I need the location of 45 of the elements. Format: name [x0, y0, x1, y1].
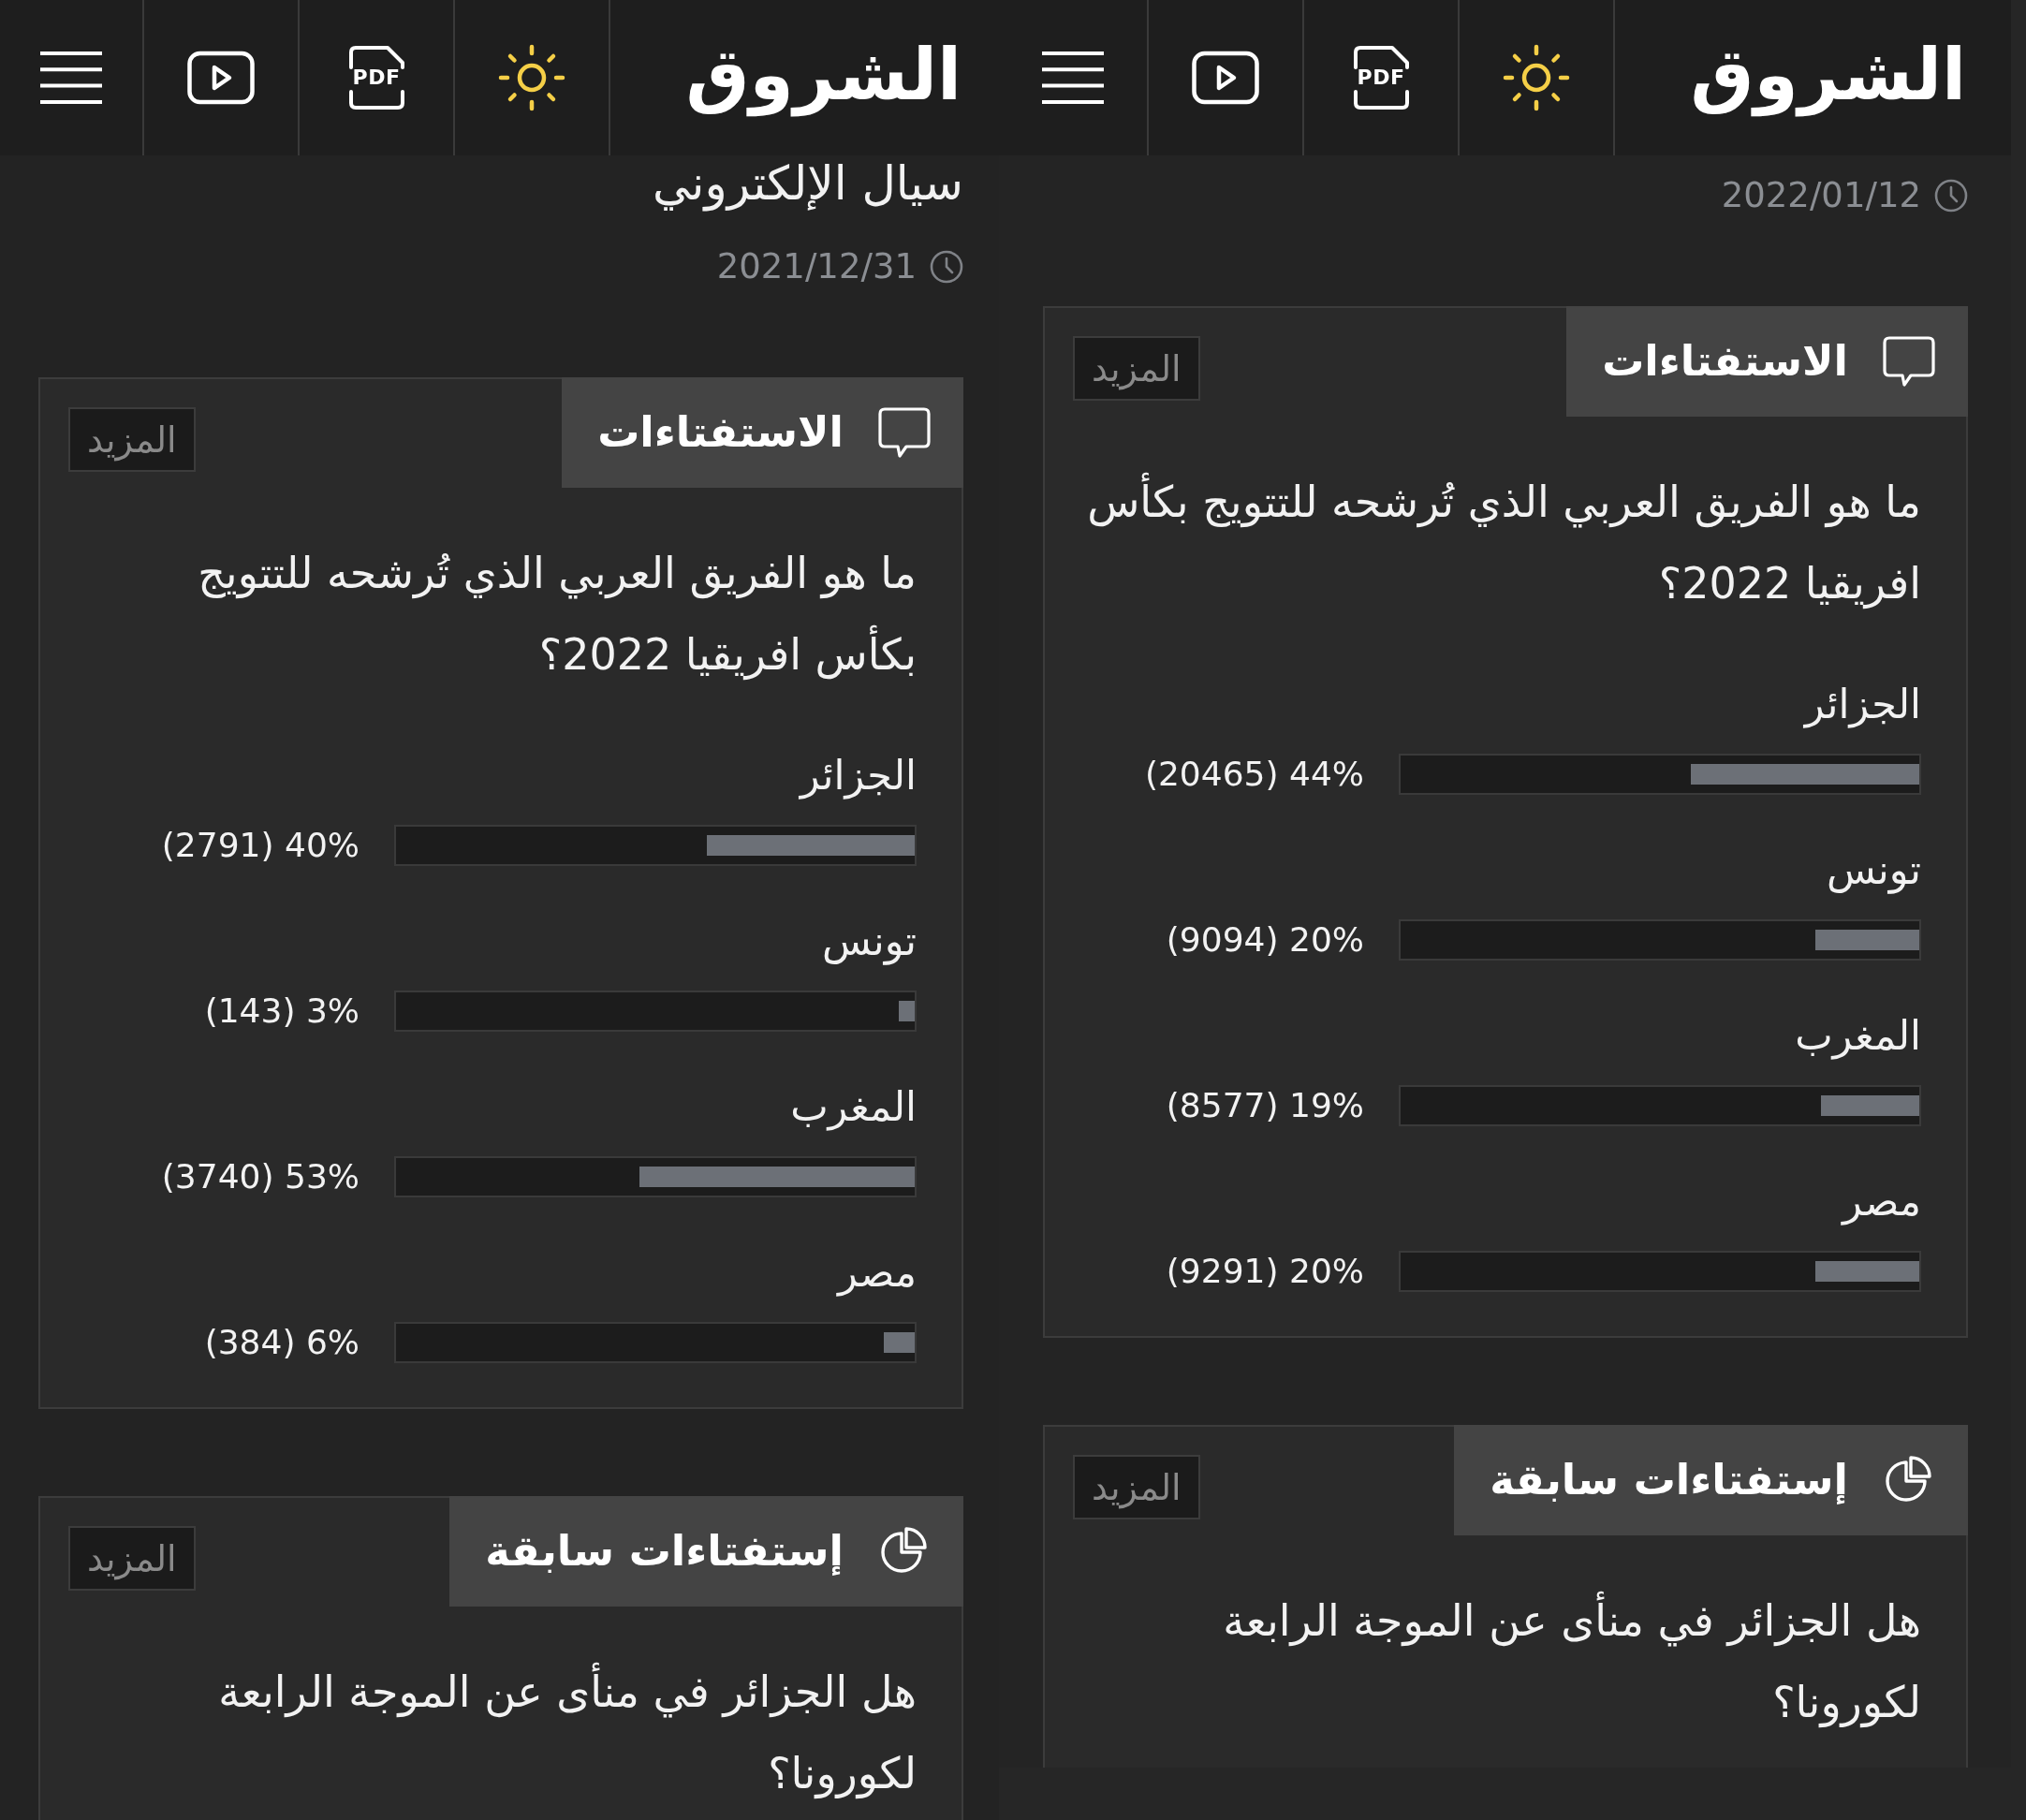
vote-result: (3740) 53%: [161, 1156, 360, 1197]
option-label: المغرب: [1794, 1011, 1921, 1062]
document-icon: [1352, 45, 1410, 110]
clock-icon: [930, 250, 963, 284]
section-title: الاستفتاءات: [1602, 335, 1848, 388]
menu-icon: [40, 51, 102, 104]
speech-bubble-icon: [877, 406, 932, 459]
clock-icon: [1934, 179, 1968, 213]
more-button[interactable]: المزيد: [1073, 336, 1200, 401]
option-label: مصر: [835, 1248, 917, 1299]
publish-date: 2021/12/31: [716, 245, 917, 288]
vote-result: (2791) 40%: [161, 825, 360, 866]
vote-result: (384) 6%: [204, 1322, 360, 1363]
vote-result: (8577) 19%: [1166, 1085, 1364, 1126]
menu-icon: [1042, 51, 1104, 104]
option-label: الجزائر: [798, 751, 917, 801]
poll-question: هل الجزائر في منأى عن الموجة الرابعة لكورونا؟: [1045, 1535, 1966, 1743]
section-title: إستفتاءات سابقة: [485, 1525, 844, 1578]
vote-result: (20465) 44%: [1144, 754, 1364, 795]
vote-result: (9291) 20%: [1166, 1251, 1364, 1292]
poll-question: ما هو الفريق العربي الذي تُرشحه للتتويج بكأس افريقيا 2022؟: [197, 547, 918, 682]
more-button[interactable]: المزيد: [1073, 1455, 1200, 1519]
section-title: الاستفتاءات: [597, 406, 844, 459]
document-icon: [347, 45, 405, 110]
sun-icon: [1503, 44, 1570, 111]
publish-date: 2022/01/12: [1721, 174, 1921, 217]
option-label: تونس: [1826, 845, 1921, 896]
poll-question: هل الجزائر في منأى عن الموجة الرابعة لكورونا؟: [40, 1607, 962, 1814]
play-icon: [187, 51, 255, 105]
vote-result: (9094) 20%: [1166, 919, 1364, 961]
option-label: مصر: [1840, 1177, 1921, 1227]
section-title: إستفتاءات سابقة: [1490, 1454, 1848, 1506]
sun-icon: [498, 44, 565, 111]
vote-result: (143) 3%: [204, 991, 360, 1032]
option-label: تونس: [821, 917, 917, 967]
article-title[interactable]: سيال الإلكتروني: [0, 157, 963, 210]
more-button[interactable]: المزيد: [68, 407, 196, 472]
speech-bubble-icon: [1882, 335, 1936, 388]
play-icon: [1192, 51, 1259, 105]
option-label: المغرب: [789, 1082, 917, 1133]
more-button[interactable]: المزيد: [68, 1526, 196, 1591]
site-logo[interactable]: الشروق: [1690, 23, 1966, 126]
option-label: الجزائر: [1802, 680, 1921, 730]
poll-question: ما هو الفريق العربي الذي تُرشحه للتتويج بكأس افريقيا 2022؟: [1045, 417, 1966, 624]
site-logo[interactable]: الشروق: [685, 23, 962, 126]
